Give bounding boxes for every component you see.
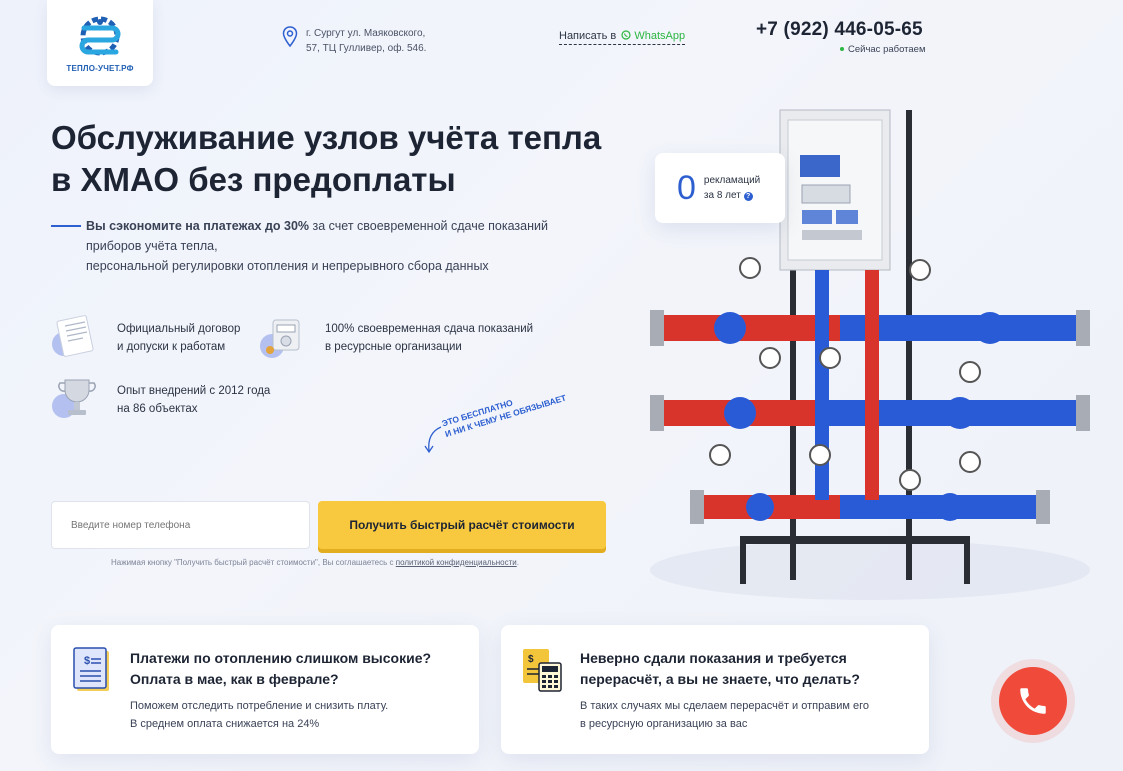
card-title-line-1: Платежи по отоплению слишком высокие?: [130, 650, 432, 666]
title-line-1: Обслуживание узлов учёта тепла: [51, 119, 602, 156]
title-line-2: в ХМАО без предоплаты: [51, 161, 456, 198]
card-title: Неверно сдали показания и требуется пере…: [580, 648, 920, 690]
feature-line-1: Опыт внедрений с 2012 года: [117, 385, 271, 397]
card-title-line-2: перерасчёт, а вы не знаете, что делать?: [580, 671, 860, 687]
whatsapp-icon: [621, 30, 631, 40]
feature-text: 100% своевременная сдача показаний в рес…: [325, 320, 533, 356]
card-high-payments: $ Платежи по отоплению слишком высокие? …: [51, 625, 479, 754]
address-block: г. Сургут ул. Маяковского, 57, ТЦ Гуллив…: [282, 26, 441, 56]
card-body-line-1: Поможем отследить потребление и снизить …: [130, 700, 389, 712]
get-estimate-button[interactable]: Получить быстрый расчёт стоимости: [318, 501, 606, 549]
card-body-line-2: В среднем оплата снижается на 24%: [130, 718, 320, 730]
card-recalculation: $ Неверно сдали показания и требуется пе…: [501, 625, 929, 754]
trophy-icon: [51, 374, 103, 426]
curved-arrow-icon: [424, 426, 442, 454]
feature-line-1: 100% своевременная сдача показаний: [325, 323, 534, 335]
status-text: Сейчас работаем: [848, 44, 926, 55]
whatsapp-prefix: Написать в: [559, 30, 617, 42]
document-icon: [51, 312, 103, 364]
call-button[interactable]: [999, 667, 1067, 735]
hero-subtitle: Вы сэкономите на платежах до 30% за счет…: [86, 216, 586, 276]
logo-mark-icon: [79, 16, 121, 55]
feature-line-2: в ресурсные организации: [325, 341, 462, 353]
calculator-icon: $: [521, 647, 565, 693]
feature-line-1: Официальный договор: [117, 323, 241, 335]
logo[interactable]: ТЕПЛО-УЧЕТ.РФ: [47, 0, 153, 86]
logo-text: ТЕПЛО-УЧЕТ.РФ: [66, 63, 134, 73]
card-title: Платежи по отоплению слишком высокие? Оп…: [130, 648, 470, 690]
consent-text: Нажимая кнопку "Получить быстрый расчёт …: [111, 558, 519, 567]
feature-text: Официальный договор и допуски к работам: [117, 320, 240, 356]
card-body: Поможем отследить потребление и снизить …: [130, 697, 460, 733]
svg-text:$: $: [528, 654, 534, 665]
complaints-label: рекламаций за 8 лет ?: [704, 173, 760, 203]
meter-icon: [259, 312, 311, 364]
free-note: Это бесплатно и ни к чему не обязывает: [441, 382, 568, 440]
feature-experience: Опыт внедрений с 2012 года на 86 объекта…: [51, 374, 270, 426]
privacy-policy-link[interactable]: политикой конфиденциальности: [396, 558, 517, 567]
help-icon[interactable]: ?: [743, 192, 753, 201]
svg-text:$: $: [84, 655, 90, 667]
complaints-label-line-1: рекламаций: [703, 175, 761, 186]
feature-text: Опыт внедрений с 2012 года на 86 объекта…: [117, 382, 270, 418]
feature-readings: 100% своевременная сдача показаний в рес…: [259, 312, 533, 364]
complaints-label-line-2: за 8 лет: [703, 190, 741, 201]
complaints-count: 0: [677, 168, 696, 207]
subtitle-line-3: персональной регулировки отопления и неп…: [86, 259, 489, 273]
receipt-icon: $: [71, 647, 115, 693]
subtitle-bold: Вы сэкономите на платежах до 30%: [86, 219, 310, 233]
consent-end: .: [516, 558, 519, 567]
feature-line-2: на 86 объектах: [117, 403, 198, 415]
status-dot: [840, 47, 844, 52]
feature-line-2: и допуски к работам: [117, 341, 226, 353]
address-text: г. Сургут ул. Маяковского, 57, ТЦ Гуллив…: [306, 28, 427, 54]
location-pin-icon: [282, 26, 298, 48]
working-status: Сейчас работаем: [840, 44, 926, 55]
complaints-badge: 0 рекламаций за 8 лет ?: [655, 153, 785, 223]
phone-input[interactable]: [51, 501, 310, 549]
page-title: Обслуживание узлов учёта тепла в ХМАО бе…: [51, 117, 631, 201]
card-body-line-2: в ресурсную организацию за вас: [580, 718, 748, 730]
whatsapp-label: WhatsApp: [634, 30, 686, 42]
card-title-line-2: Оплата в мае, как в феврале?: [130, 671, 339, 687]
consent-prefix: Нажимая кнопку "Получить быстрый расчёт …: [111, 558, 394, 567]
card-body: В таких случаях мы сделаем перерасчёт и …: [580, 697, 910, 733]
subtitle-accent-line: [51, 225, 81, 227]
phone-icon: [1020, 688, 1046, 714]
whatsapp-link[interactable]: Написать в WhatsApp: [559, 30, 686, 45]
header-phone[interactable]: +7 (922) 446-05-65: [756, 19, 923, 41]
feature-contract: Официальный договор и допуски к работам: [51, 312, 240, 364]
card-body-line-1: В таких случаях мы сделаем перерасчёт и …: [580, 700, 869, 712]
card-title-line-1: Неверно сдали показания и требуется: [580, 650, 847, 666]
